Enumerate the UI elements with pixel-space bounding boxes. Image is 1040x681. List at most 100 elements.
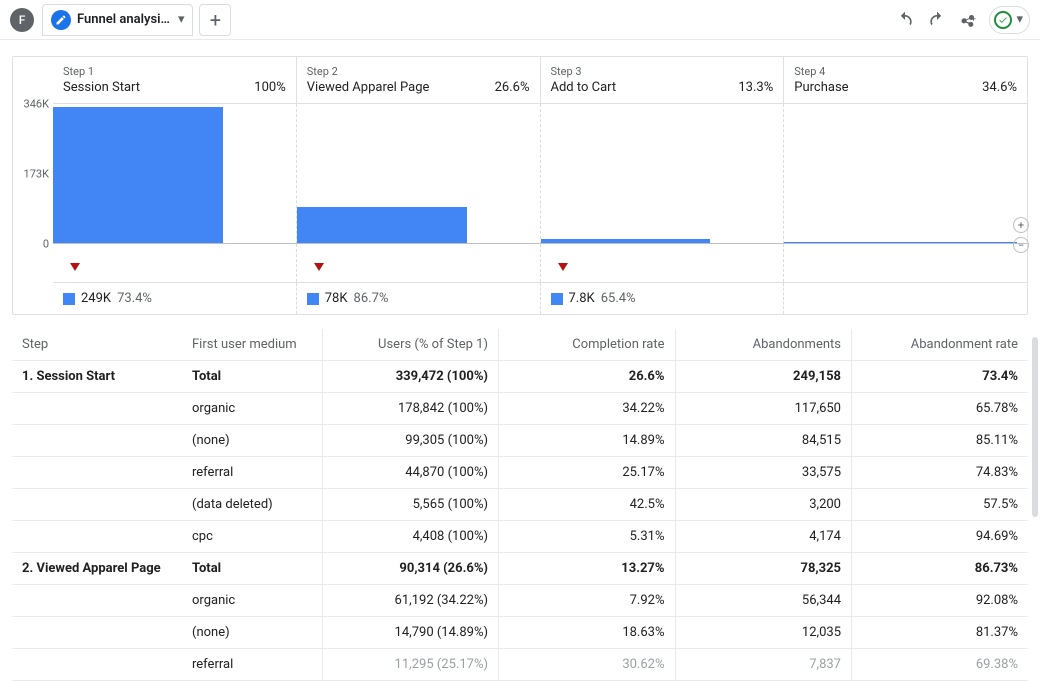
cell-step <box>12 425 182 457</box>
step-name: Purchase <box>794 80 848 95</box>
cell-abandon: 84,515 <box>675 425 852 457</box>
table-row[interactable]: organic178,842 (100%)34.22%117,65065.78% <box>12 393 1028 425</box>
abandon-value: 78K <box>325 291 348 306</box>
cell-abandon-rate: 69.38% <box>852 649 1029 681</box>
undo-button[interactable] <box>891 6 919 34</box>
top-toolbar: F Funnel analysi… ▾ + ▾ <box>0 0 1040 40</box>
cell-completion: 18.63% <box>499 617 676 649</box>
cell-users: 178,842 (100%) <box>322 393 499 425</box>
abandon-value: 7.8K <box>569 291 595 306</box>
table-scrollbar[interactable] <box>1032 337 1038 517</box>
add-tab-button[interactable]: + <box>199 4 231 36</box>
cell-medium: organic <box>182 585 322 617</box>
cell-medium: organic <box>182 393 322 425</box>
arrow-down-icon <box>307 263 331 278</box>
tab-label: Funnel analysi… <box>77 12 170 27</box>
col-abandon[interactable]: Abandonments <box>675 329 852 361</box>
cell-users: 99,305 (100%) <box>322 425 499 457</box>
step-name: Add to Cart <box>551 80 617 95</box>
cell-abandon: 12,035 <box>675 617 852 649</box>
col-abandon-rate[interactable]: Abandonment rate <box>852 329 1029 361</box>
step-index: Step 2 <box>307 65 530 78</box>
cell-step <box>12 489 182 521</box>
table-row[interactable]: 1. Session StartTotal339,472 (100%)26.6%… <box>12 361 1028 393</box>
share-button[interactable] <box>955 6 983 34</box>
cell-users: 4,408 (100%) <box>322 521 499 553</box>
step-header[interactable]: Step 1Session Start100% <box>53 57 296 104</box>
cell-step <box>12 457 182 489</box>
cell-abandon-rate: 86.73% <box>852 553 1029 585</box>
check-circle-icon <box>994 11 1012 29</box>
abandon-label: 7.8K 65.4% <box>540 283 784 314</box>
cell-medium: (none) <box>182 425 322 457</box>
bar[interactable] <box>297 207 467 244</box>
step-header[interactable]: Step 4 Purchase 34.6% <box>783 57 1027 104</box>
col-step[interactable]: Step <box>12 329 182 361</box>
step-header[interactable]: Step 2Viewed Apparel Page26.6% <box>296 57 540 104</box>
drop-col <box>540 244 784 282</box>
cell-abandon: 56,344 <box>675 585 852 617</box>
abandon-pct: 65.4% <box>601 291 636 306</box>
cell-abandon: 249,158 <box>675 361 852 393</box>
table-row[interactable]: organic61,192 (34.22%)7.92%56,34492.08% <box>12 585 1028 617</box>
cell-abandon-rate: 65.78% <box>852 393 1029 425</box>
bar-col <box>783 104 1027 244</box>
cell-users: 5,565 (100%) <box>322 489 499 521</box>
y-tick: 0 <box>43 238 49 251</box>
cell-abandon: 3,200 <box>675 489 852 521</box>
zoom-in-button[interactable]: + <box>1013 217 1029 233</box>
funnel-chart: Step 1Session Start100%Step 2Viewed Appa… <box>12 56 1028 315</box>
table-row[interactable]: (none)99,305 (100%)14.89%84,51585.11% <box>12 425 1028 457</box>
abandon-pct: 73.4% <box>117 291 152 306</box>
step-index: Step 4 <box>794 65 1017 78</box>
table-row[interactable]: (none)14,790 (14.89%)18.63%12,03581.37% <box>12 617 1028 649</box>
col-completion[interactable]: Completion rate <box>499 329 676 361</box>
pencil-icon <box>51 10 71 30</box>
step-pct: 13.3% <box>738 80 773 95</box>
sample-status[interactable]: ▾ <box>989 6 1030 34</box>
table-row[interactable]: referral44,870 (100%)25.17%33,57574.83% <box>12 457 1028 489</box>
table-row[interactable]: referral11,295 (25.17%)30.62%7,83769.38% <box>12 649 1028 681</box>
cell-abandon: 7,837 <box>675 649 852 681</box>
redo-button[interactable] <box>923 6 951 34</box>
cell-step: 2. Viewed Apparel Page <box>12 553 182 585</box>
step-header[interactable]: Step 3Add to Cart13.3% <box>540 57 784 104</box>
cell-completion: 5.31% <box>499 521 676 553</box>
table-row[interactable]: cpc4,408 (100%)5.31%4,17494.69% <box>12 521 1028 553</box>
bar-col <box>540 104 784 244</box>
col-users[interactable]: Users (% of Step 1) <box>322 329 499 361</box>
table-row[interactable]: 2. Viewed Apparel PageTotal90,314 (26.6%… <box>12 553 1028 585</box>
avatar[interactable]: F <box>10 8 34 32</box>
tab-funnel[interactable]: Funnel analysi… ▾ <box>42 4 193 36</box>
col-medium[interactable]: First user medium <box>182 329 322 361</box>
cell-medium: Total <box>182 361 322 393</box>
cell-users: 339,472 (100%) <box>322 361 499 393</box>
cell-completion: 13.27% <box>499 553 676 585</box>
cell-medium: cpc <box>182 521 322 553</box>
y-tick: 346K <box>24 98 49 111</box>
cell-completion: 14.89% <box>499 425 676 457</box>
abandon-label: 78K86.7% <box>296 283 540 314</box>
arrow-down-icon <box>551 263 575 278</box>
arrow-down-icon <box>63 263 87 278</box>
cell-abandon: 4,174 <box>675 521 852 553</box>
cell-step <box>12 521 182 553</box>
bar[interactable] <box>53 107 223 244</box>
cell-users: 44,870 (100%) <box>322 457 499 489</box>
cell-abandon-rate: 92.08% <box>852 585 1029 617</box>
data-table: Step First user medium Users (% of Step … <box>12 329 1028 681</box>
step-pct: 34.6% <box>982 80 1017 95</box>
step-pct: 100% <box>254 80 285 95</box>
cell-step <box>12 585 182 617</box>
zoom-out-button[interactable]: − <box>1013 237 1029 253</box>
step-index: Step 1 <box>63 65 286 78</box>
cell-abandon-rate: 74.83% <box>852 457 1029 489</box>
cell-step <box>12 617 182 649</box>
cell-completion: 42.5% <box>499 489 676 521</box>
cell-completion: 30.62% <box>499 649 676 681</box>
table-row[interactable]: (data deleted)5,565 (100%)42.5%3,20057.5… <box>12 489 1028 521</box>
cell-completion: 25.17% <box>499 457 676 489</box>
cell-users: 90,314 (26.6%) <box>322 553 499 585</box>
legend-swatch <box>307 293 319 305</box>
cell-step <box>12 649 182 681</box>
